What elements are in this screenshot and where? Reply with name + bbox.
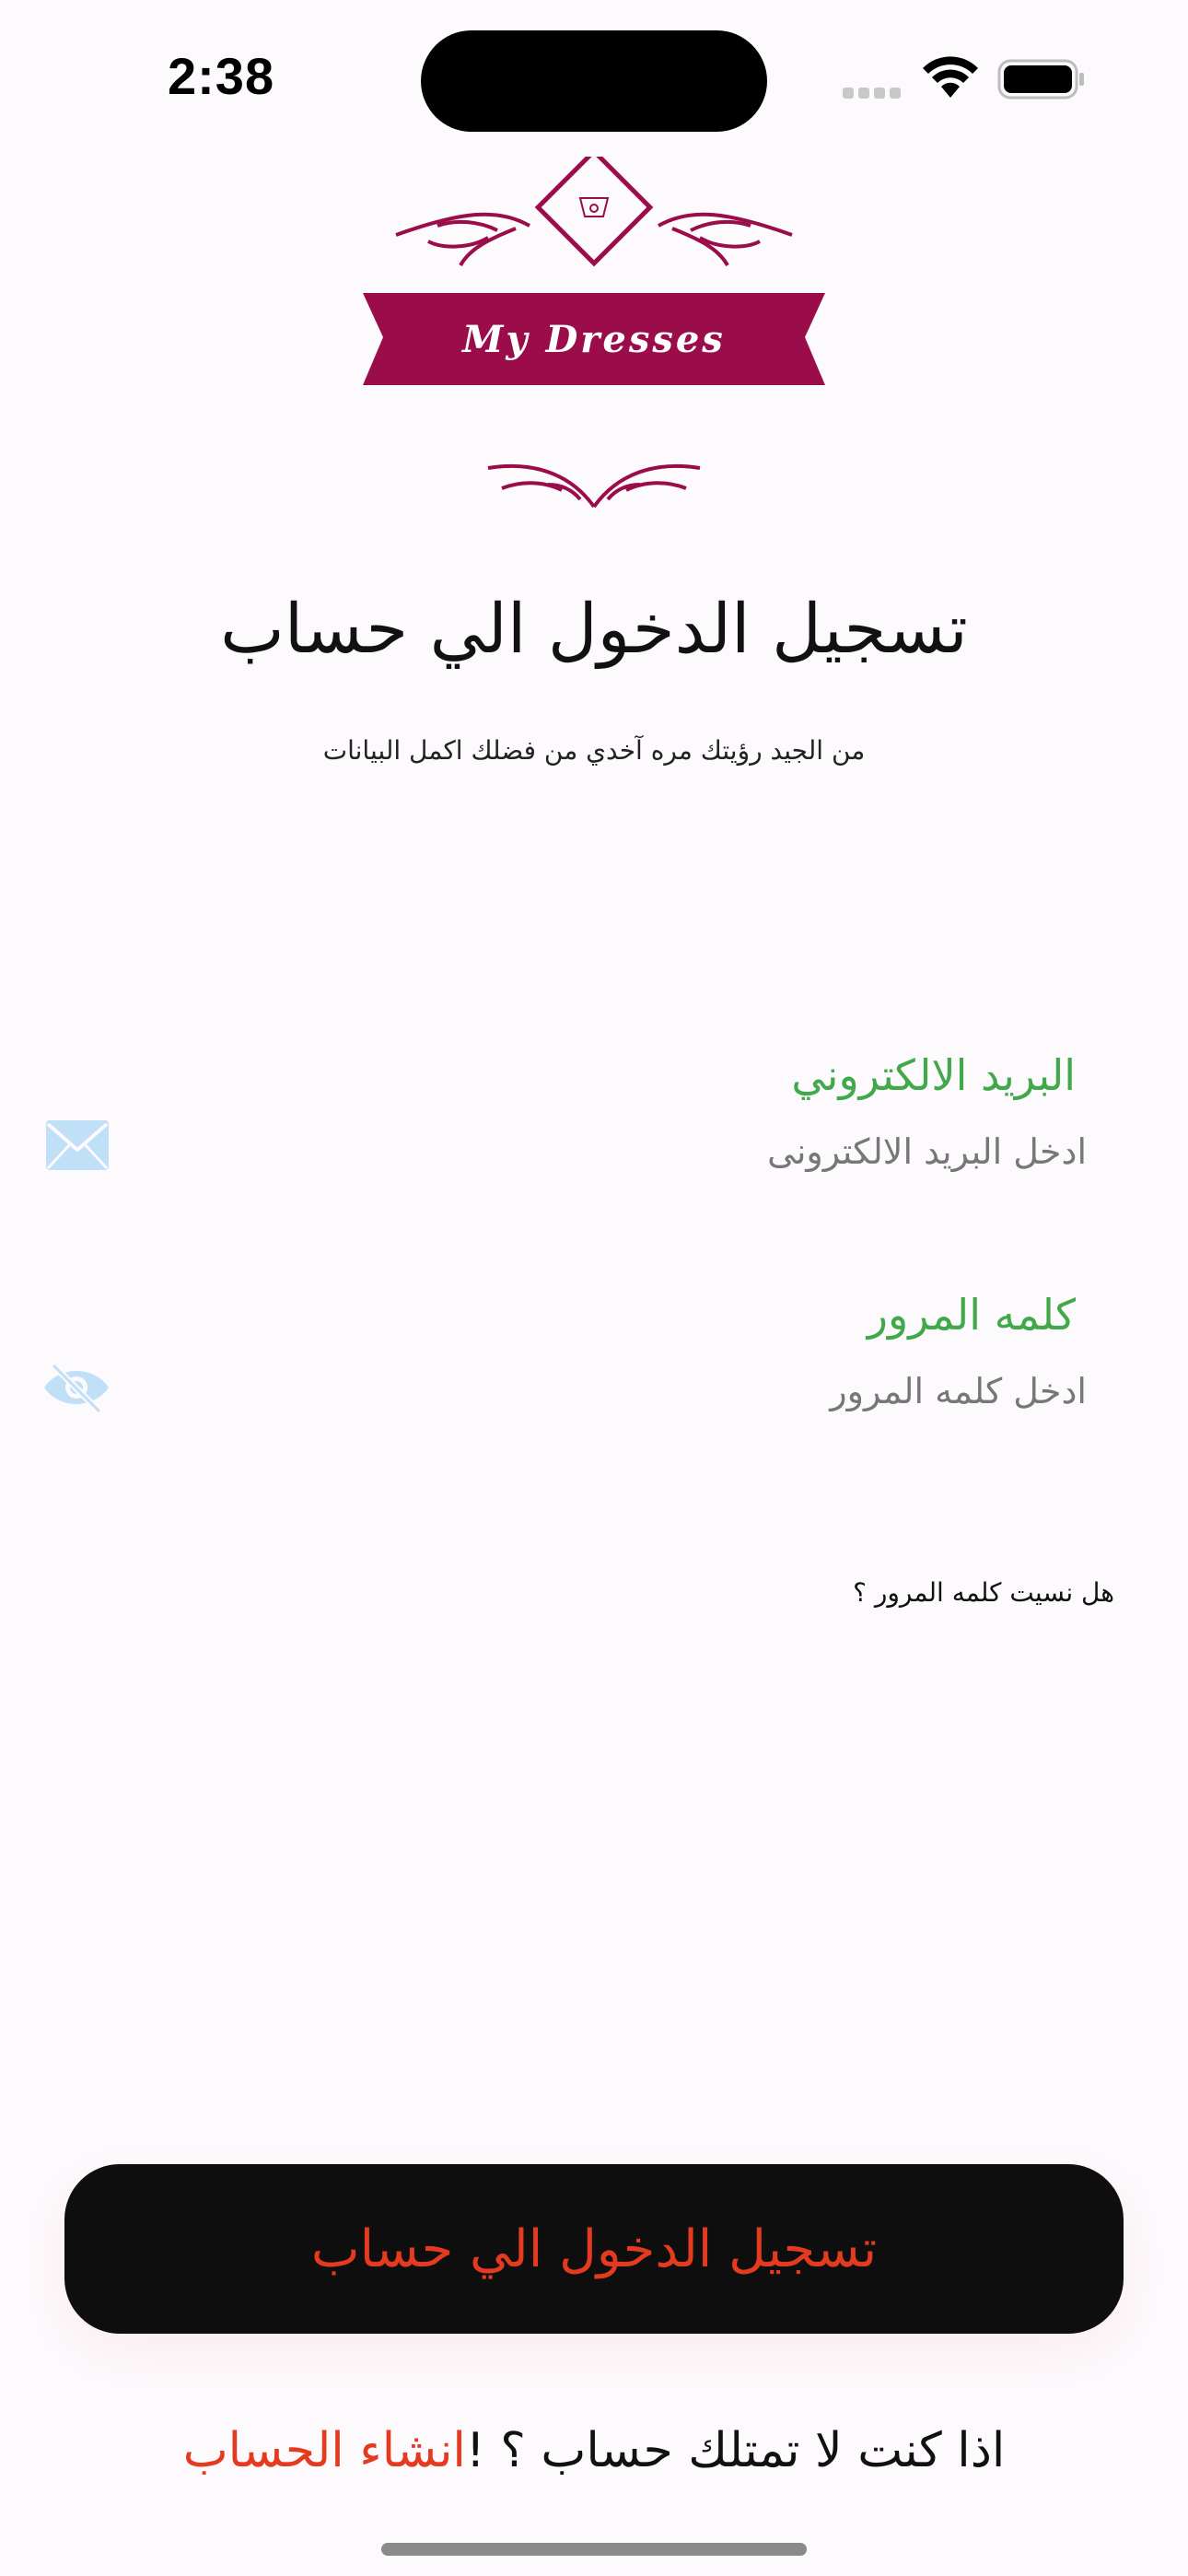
email-label: البريد الالكتروني — [791, 1050, 1076, 1100]
page-subtitle: من الجيد رؤيتك مره آخدي من فضلك اكمل الب… — [322, 735, 866, 766]
password-label: كلمه المرور — [867, 1290, 1076, 1340]
password-field[interactable] — [193, 1362, 1096, 1421]
status-time: 2:38 — [168, 47, 275, 105]
dynamic-island — [421, 30, 767, 132]
cellular-signal-icon — [843, 85, 905, 99]
email-field[interactable] — [193, 1122, 1096, 1181]
eye-slash-icon[interactable] — [41, 1360, 112, 1415]
brand-logo: My Dresses — [363, 157, 825, 509]
login-button[interactable]: تسجيل الدخول الي حساب — [64, 2164, 1124, 2334]
signup-prompt: اذا كنت لا تمتلك حساب ؟ !انشاء الحساب — [0, 2423, 1188, 2478]
envelope-icon[interactable] — [44, 1118, 111, 1172]
forgot-password-link[interactable]: هل نسيت كلمه المرور ؟ — [853, 1577, 1114, 1608]
wifi-icon — [923, 56, 978, 98]
home-indicator[interactable] — [381, 2543, 807, 2556]
create-account-link[interactable]: انشاء الحساب — [183, 2423, 466, 2478]
logo-text: My Dresses — [460, 318, 726, 361]
page-title: تسجيل الدخول الي حساب — [220, 590, 968, 669]
signup-prompt-text: اذا كنت لا تمتلك حساب ؟ ! — [465, 2423, 1006, 2478]
battery-icon — [997, 59, 1084, 100]
